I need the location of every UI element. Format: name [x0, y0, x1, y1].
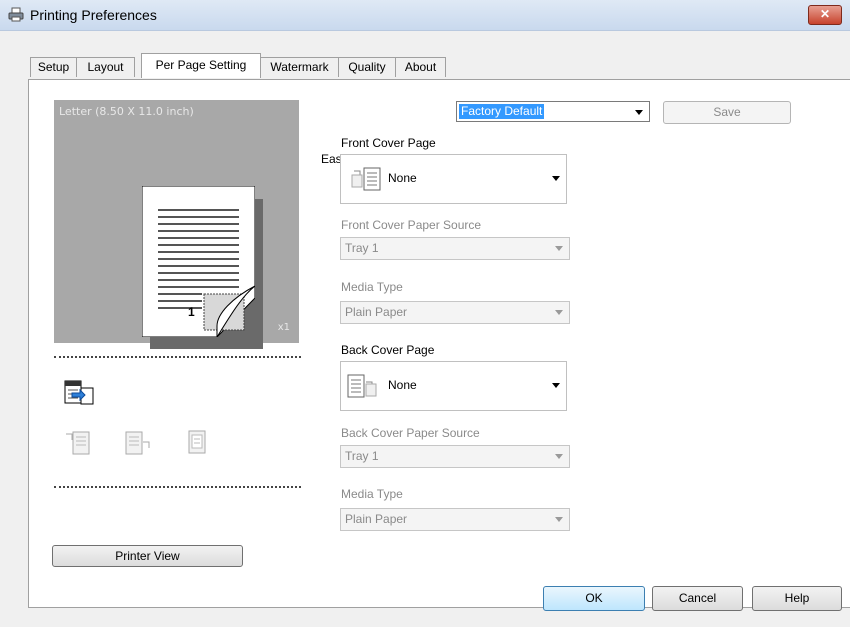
- cancel-button[interactable]: Cancel: [652, 586, 743, 611]
- printing-preferences-window: Printing Preferences ✕ Setup Layout Per …: [0, 0, 850, 627]
- easy-set-value: Factory Default: [459, 104, 545, 119]
- page-preview: Letter (8.50 X 11.0 inch) 1 x1: [54, 100, 299, 349]
- back-media-type-label: Media Type: [341, 487, 403, 501]
- front-cover-mode-icon[interactable]: [64, 380, 94, 406]
- front-cover-paper-source-value: Tray 1: [345, 241, 379, 255]
- tab-watermark[interactable]: Watermark: [260, 57, 339, 77]
- dialog-body: Setup Layout Per Page Setting Watermark …: [0, 31, 850, 627]
- front-cover-page-label: Front Cover Page: [341, 136, 436, 150]
- tab-layout[interactable]: Layout: [76, 57, 135, 77]
- chevron-down-icon: [552, 176, 560, 181]
- insert-image-page-icon[interactable]: [124, 428, 152, 456]
- window-title: Printing Preferences: [30, 7, 157, 23]
- document-preview-icon: 1: [142, 186, 255, 337]
- save-button[interactable]: Save: [663, 101, 791, 124]
- back-cover-page-value: None: [388, 378, 417, 392]
- tab-per-page-setting[interactable]: Per Page Setting: [141, 53, 261, 78]
- insert-page-icon[interactable]: [64, 428, 92, 456]
- front-media-type-select[interactable]: Plain Paper: [340, 301, 570, 324]
- back-cover-page-select[interactable]: None: [340, 361, 567, 411]
- chevron-down-icon: [555, 246, 563, 251]
- chapter-page-icon[interactable]: [184, 428, 212, 456]
- back-cover-paper-source-select[interactable]: Tray 1: [340, 445, 570, 468]
- front-cover-icon: [351, 167, 381, 191]
- tab-setup[interactable]: Setup: [30, 57, 77, 77]
- printer-view-button[interactable]: Printer View: [52, 545, 243, 567]
- back-cover-paper-source-label: Back Cover Paper Source: [341, 426, 480, 440]
- tab-quality[interactable]: Quality: [338, 57, 396, 77]
- back-cover-page-label: Back Cover Page: [341, 343, 435, 357]
- paper-size-label: Letter (8.50 X 11.0 inch): [59, 105, 194, 118]
- page-number-label: 1: [188, 305, 195, 319]
- back-cover-icon: [347, 374, 377, 398]
- title-bar: Printing Preferences ✕: [0, 0, 850, 31]
- front-cover-paper-source-select[interactable]: Tray 1: [340, 237, 570, 260]
- chevron-down-icon: [552, 383, 560, 388]
- back-cover-paper-source-value: Tray 1: [345, 449, 379, 463]
- front-media-type-label: Media Type: [341, 280, 403, 294]
- copies-count: x1: [277, 322, 290, 333]
- chevron-down-icon: [635, 110, 643, 115]
- chevron-down-icon: [555, 310, 563, 315]
- ok-button[interactable]: OK: [543, 586, 645, 611]
- back-media-type-value: Plain Paper: [345, 512, 408, 526]
- easy-set-select[interactable]: Factory Default: [456, 101, 650, 122]
- cover-page-icons-box: [54, 356, 301, 488]
- back-media-type-select[interactable]: Plain Paper: [340, 508, 570, 531]
- close-button[interactable]: ✕: [808, 5, 842, 25]
- printer-icon: [8, 7, 24, 22]
- chevron-down-icon: [555, 517, 563, 522]
- front-cover-page-select[interactable]: None: [340, 154, 567, 204]
- front-media-type-value: Plain Paper: [345, 305, 408, 319]
- chevron-down-icon: [555, 454, 563, 459]
- front-cover-paper-source-label: Front Cover Paper Source: [341, 218, 482, 232]
- front-cover-page-value: None: [388, 171, 417, 185]
- tab-about[interactable]: About: [395, 57, 446, 77]
- help-button[interactable]: Help: [752, 586, 842, 611]
